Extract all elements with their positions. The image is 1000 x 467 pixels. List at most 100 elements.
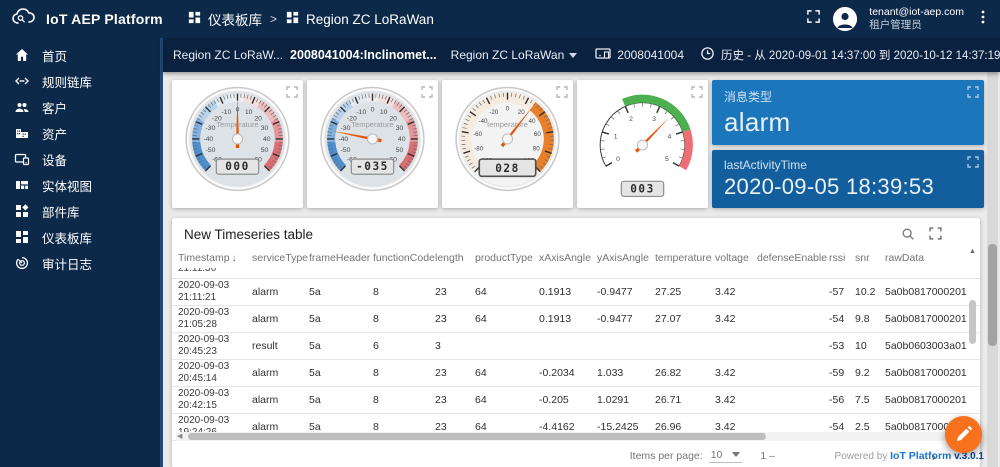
svg-text:3: 3 (652, 116, 656, 123)
expand-icon[interactable] (929, 227, 942, 246)
column-header-yAxisAngle[interactable]: yAxisAngle (597, 252, 655, 264)
sidebar-item-assets[interactable]: 资产 (0, 120, 160, 146)
expand-icon[interactable] (286, 85, 298, 97)
table-cell: 3.42 (715, 367, 757, 379)
dashboards-icon (187, 10, 202, 28)
column-header-rawData[interactable]: rawData (885, 252, 980, 264)
table-cell: -59 (829, 367, 855, 379)
column-header-temperature[interactable]: temperature (655, 252, 715, 264)
app-logo[interactable]: IoT AEP Platform (0, 7, 175, 32)
temperature-gauge-widget-3: -100-80-60-40-20020406080100temperature0… (442, 80, 573, 208)
temperature-gauge-3: -100-80-60-40-20020406080100temperature0… (445, 82, 570, 206)
powered-by-prefix: Powered by (835, 451, 888, 462)
user-role: 租户管理员 (869, 19, 964, 32)
timestamp-cell: 2020-09-0321:11:21 (178, 280, 252, 304)
table-vertical-scrollbar: ▲ ▼ (968, 248, 978, 445)
column-header-serviceType[interactable]: serviceType (252, 252, 309, 264)
column-header-snr[interactable]: snr (855, 252, 885, 264)
svg-text:1: 1 (614, 133, 618, 140)
svg-text:003: 003 (630, 182, 655, 195)
table-cell: 10.2 (855, 286, 885, 298)
svg-text:-40: -40 (338, 136, 348, 143)
column-header-voltage[interactable]: voltage (715, 252, 757, 264)
pencil-icon (955, 426, 972, 443)
edit-dashboard-fab[interactable] (945, 416, 982, 453)
table-cell: -0.9477 (597, 313, 655, 325)
svg-text:60: 60 (534, 131, 541, 138)
table-cell: -0.2034 (539, 367, 597, 379)
column-header-xAxisAngle[interactable]: xAxisAngle (539, 252, 597, 264)
cloud-logo-icon (12, 7, 38, 32)
sidebar-item-home[interactable]: 首页 (0, 42, 160, 68)
table-row[interactable]: 2020-09-0320:45:14alarm5a82364-0.20341.0… (172, 360, 980, 387)
sidebar-item-dashboards[interactable]: 仪表板库 (0, 224, 160, 250)
sidebar-item-customers[interactable]: 客户 (0, 94, 160, 120)
temperature-gauge-widget-2: -60-50-40-30-20-100102030405060Temperatu… (307, 80, 438, 208)
svg-text:0: 0 (371, 107, 375, 114)
expand-icon[interactable] (691, 85, 703, 97)
table-cell: result (252, 340, 309, 352)
table-cell: 27.07 (655, 313, 715, 325)
platform-brand-link[interactable]: IoT Platform (890, 450, 951, 462)
table-row[interactable]: 2020-09-0320:45:23result5a63-53105a0b060… (172, 333, 980, 360)
sort-desc-icon: ↓ (232, 253, 237, 264)
timewindow-button[interactable]: 历史 - 从 2020-09-01 14:37:00 到 2020-10-12 … (700, 46, 1000, 64)
table-cell: 3 (435, 340, 475, 352)
column-header-Timestamp[interactable]: Timestamp↓ (178, 252, 252, 264)
dashboard-scrollbar-thumb[interactable] (988, 244, 997, 346)
table-cell: -54 (829, 313, 855, 325)
sidebar-item-entity-views[interactable]: 实体视图 (0, 172, 160, 198)
fullscreen-icon[interactable] (806, 9, 821, 29)
sidebar-item-audit-logs[interactable]: 审计日志 (0, 250, 160, 276)
expand-icon[interactable] (967, 155, 979, 167)
column-header-productType[interactable]: productType (475, 252, 539, 264)
expand-icon[interactable] (421, 85, 433, 97)
sidebar-item-rule-chains[interactable]: 规则链库 (0, 68, 160, 94)
table-cell: 23 (435, 367, 475, 379)
sidebar-item-devices[interactable]: 设备 (0, 146, 160, 172)
column-header-length[interactable]: length (435, 252, 475, 264)
next-page-chevron[interactable]: › (932, 449, 936, 464)
svg-text:-30: -30 (341, 125, 351, 132)
expand-icon[interactable] (556, 85, 568, 97)
table-cell: 27.25 (655, 286, 715, 298)
items-per-page-select[interactable]: 10 (709, 449, 743, 463)
column-header-functionCode[interactable]: functionCode (373, 252, 435, 264)
column-header-rssi[interactable]: rssi (829, 252, 855, 264)
svg-text:-50: -50 (341, 147, 351, 154)
state-selector[interactable]: Region ZC LoRaWan (451, 48, 578, 62)
search-icon[interactable] (901, 227, 915, 246)
table-cell: alarm (252, 313, 309, 325)
avatar[interactable] (833, 7, 857, 31)
temperature-gauge-widget-1: -60-50-40-30-20-100102030405060Temperatu… (172, 80, 303, 208)
table-cell: 23 (435, 313, 475, 325)
device-icon (595, 47, 611, 64)
scroll-left-arrow-icon[interactable]: ◀ (177, 432, 182, 441)
table-cell: 8 (373, 394, 435, 406)
device-badge[interactable]: 2008041004 (595, 47, 684, 64)
svg-text:0: 0 (616, 156, 620, 163)
app-title: IoT AEP Platform (46, 11, 163, 27)
scroll-up-arrow-icon[interactable]: ▲ (969, 248, 976, 255)
table-cell: 3.42 (715, 313, 757, 325)
sidebar-item-widget-library[interactable]: 部件库 (0, 198, 160, 224)
platform-version: v.3.0.1 (954, 451, 984, 462)
column-header-defenseEnable[interactable]: defenseEnable (757, 252, 829, 264)
breadcrumb-current[interactable]: Region ZC LoRaWan (285, 10, 434, 28)
svg-text:-30: -30 (206, 125, 216, 132)
table-row[interactable]: 2020-09-0320:42:15alarm5a82364-0.2051.02… (172, 387, 980, 414)
assets-icon (14, 125, 30, 141)
more-vert-icon[interactable] (976, 9, 990, 30)
table-scrollbar-thumb[interactable] (969, 300, 976, 344)
breadcrumb-dashboards[interactable]: 仪表板库 (187, 9, 262, 29)
table-row[interactable]: 2020-09-0321:05:28alarm5a823640.1913-0.9… (172, 306, 980, 333)
horizontal-scrollbar-thumb[interactable] (188, 433, 766, 440)
table-row[interactable]: 2020-09-0321:11:21alarm5a823640.1913-0.9… (172, 279, 980, 306)
svg-text:50: 50 (396, 147, 404, 154)
table-row-partial[interactable]: 21:11:36 (172, 268, 980, 279)
table-cell: 5a0b0817000201 (885, 286, 980, 298)
column-header-frameHeader[interactable]: frameHeader (309, 252, 373, 264)
expand-icon[interactable] (967, 85, 979, 97)
table-cell: 1.0291 (597, 394, 655, 406)
dashboard-title: Region ZC LoRaW... (173, 48, 283, 62)
